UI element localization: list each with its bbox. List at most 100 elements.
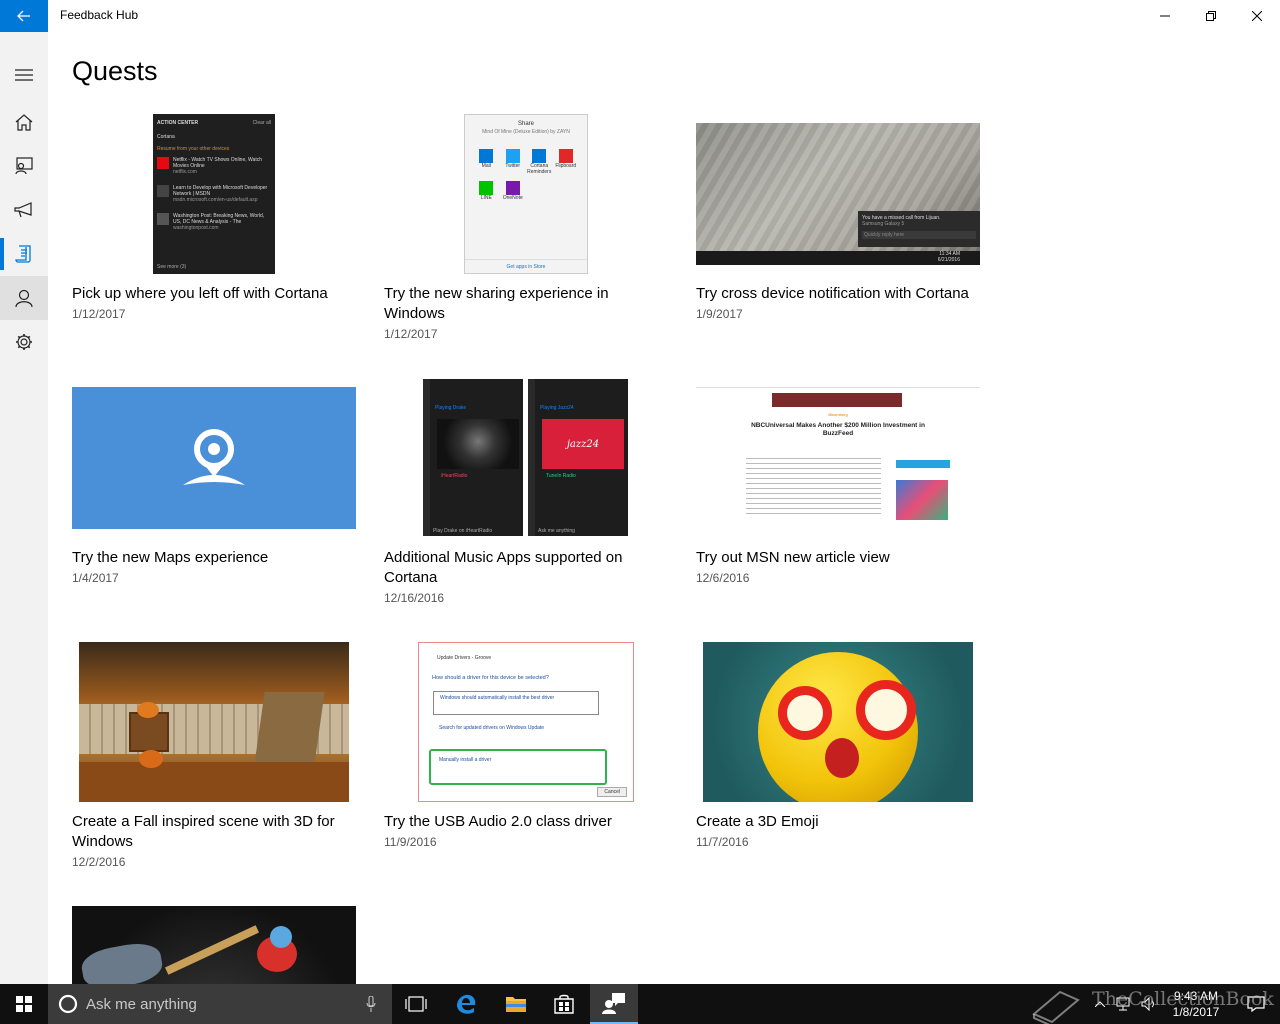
windows-logo-icon [16, 996, 32, 1012]
taskbar-edge[interactable] [442, 984, 490, 1024]
quest-card[interactable]: Create a Fall inspired scene with 3D for… [72, 642, 356, 869]
quest-title: Try the new sharing experience in Window… [384, 285, 609, 322]
cortana-label: Cortana [157, 134, 175, 140]
notification-sub: msdn.microsoft.com/en-us/default.asp [173, 197, 258, 203]
quest-title: Try the USB Audio 2.0 class driver [384, 813, 612, 830]
quest-card[interactable]: ACTION CENTER Clear all Cortana Resume fr… [72, 114, 356, 321]
nav-announcements[interactable] [0, 188, 48, 232]
driver-option-auto: Windows should automatically install the… [433, 691, 599, 715]
quest-title: Try out MSN new article view [696, 549, 890, 566]
notification-sub: washingtonpost.com [173, 225, 219, 231]
task-view-button[interactable] [392, 984, 440, 1024]
driver-option-manual: Manually install a driver [429, 749, 607, 785]
quest-date: 1/12/2017 [72, 307, 126, 321]
get-apps-link: Get apps in Store [465, 259, 587, 273]
driver-option-update: Search for updated drivers on Windows Up… [439, 725, 545, 731]
close-icon [1252, 11, 1262, 21]
quest-title: Create a Fall inspired scene with 3D for… [72, 813, 335, 850]
feedback-icon [15, 157, 33, 175]
share-app-label: Cortana Reminders [527, 163, 552, 175]
quest-card[interactable]: Playing Drake iHeartRadio Play Drake on … [384, 378, 668, 605]
quest-title: Try cross device notification with Corta… [696, 285, 969, 302]
nav-settings[interactable] [0, 320, 48, 364]
music-left-footer: Play Drake on iHeartRadio [433, 528, 493, 534]
dialog-cancel: Cancel [597, 787, 627, 797]
watermark-text: TheCollectionBook [1092, 988, 1274, 1010]
share-app-label: Flipboard [555, 163, 577, 169]
dialog-question: How should a driver for this device be s… [432, 675, 549, 681]
quest-thumbnail: You have a missed call from Lijuan. Sams… [696, 114, 980, 274]
hamburger-menu-icon [15, 69, 33, 81]
nav-home[interactable] [0, 100, 48, 144]
navigation-rail [0, 32, 48, 984]
notification-sub: netflix.com [173, 169, 197, 175]
see-more-link: See more (3) [157, 264, 187, 270]
quest-card[interactable]: Share Mind Of Mine (Deluxe Edition) by Z… [384, 114, 668, 341]
music-left-source: iHeartRadio [441, 473, 468, 479]
feedback-hub-icon [602, 993, 625, 1014]
settings-icon [16, 334, 32, 350]
share-app-label: Mail [481, 163, 491, 169]
quest-card[interactable]: Update Drivers - Groove How should a dri… [384, 642, 668, 849]
quest-thumbnail: Share Mind Of Mine (Deluxe Edition) by Z… [384, 114, 668, 274]
minimize-button[interactable] [1142, 0, 1188, 32]
music-right-source: TuneIn Radio [546, 473, 576, 479]
watermark: TheCollectionBook [1030, 984, 1274, 1024]
restore-icon [1206, 11, 1216, 21]
quest-date: 1/9/2017 [696, 307, 743, 321]
close-button[interactable] [1234, 0, 1280, 32]
quest-card[interactable]: Try the new Maps experience 1/4/2017 [72, 378, 356, 585]
notification-title: Washington Post: Breaking News, World, U… [173, 213, 265, 225]
start-button[interactable] [0, 984, 48, 1024]
cortana-search-box[interactable]: Ask me anything [48, 984, 392, 1024]
store-icon [554, 994, 574, 1014]
cortana-icon [58, 994, 78, 1014]
app-title: Feedback Hub [60, 8, 139, 22]
album-art: jazz24 [542, 419, 624, 469]
taskbar-feedback-hub[interactable] [590, 984, 638, 1024]
quest-thumbnail: Playing Drake iHeartRadio Play Drake on … [384, 378, 668, 538]
dialog-title: Update Drivers - Groove [437, 655, 492, 661]
quest-card[interactable]: You have a missed call from Lijuan. Sams… [696, 114, 980, 321]
quest-thumbnail: Update Drivers - Groove How should a dri… [384, 642, 668, 802]
selection-indicator [0, 238, 4, 270]
restore-button[interactable] [1188, 0, 1234, 32]
quest-title: Pick up where you left off with Cortana [72, 285, 328, 302]
clear-all-link: Clear all [252, 120, 271, 126]
book-logo-icon [1032, 990, 1080, 1024]
toast-reply: Quickly reply here [862, 231, 976, 239]
music-left-label: Playing Drake [435, 405, 467, 411]
quest-thumbnail: Bloomberg NBCUniversal Makes Another $20… [696, 378, 980, 538]
quest-title: Create a 3D Emoji [696, 813, 819, 830]
quest-title: Try the new Maps experience [72, 549, 269, 566]
folder-icon [506, 997, 526, 1012]
taskbar-store[interactable] [540, 984, 588, 1024]
microphone-icon[interactable] [366, 996, 376, 1012]
music-right-label: Playing Jazz24 [540, 405, 574, 411]
share-app-label: OneNote [502, 195, 523, 201]
share-header: Share [517, 121, 534, 127]
nav-quests[interactable] [0, 232, 48, 276]
quest-thumbnail [72, 642, 356, 802]
quest-date: 11/7/2016 [696, 835, 749, 849]
quest-card[interactable] [72, 906, 356, 984]
back-button[interactable] [0, 0, 48, 32]
quest-date: 12/2/2016 [72, 855, 126, 869]
toast-date: 6/21/2016 [937, 257, 960, 263]
nav-feedback[interactable] [0, 144, 48, 188]
share-subtitle: Mind Of Mine (Deluxe Edition) by ZAYN [482, 129, 570, 135]
quest-thumbnail [72, 906, 356, 984]
nav-profile[interactable] [0, 276, 48, 320]
quest-card[interactable]: Bloomberg NBCUniversal Makes Another $20… [696, 378, 980, 585]
quest-thumbnail: ACTION CENTER Clear all Cortana Resume fr… [72, 114, 356, 274]
hamburger-menu-button[interactable] [0, 53, 48, 97]
notification-title: Netflix - Watch TV Shows Online, Watch M… [173, 157, 263, 169]
quest-date: 1/12/2017 [384, 327, 438, 341]
action-center-header: ACTION CENTER [157, 120, 199, 126]
quest-date: 12/6/2016 [696, 571, 750, 585]
title-bar: Feedback Hub [0, 0, 1280, 32]
home-icon [15, 114, 33, 131]
taskbar-file-explorer[interactable] [492, 984, 540, 1024]
resume-label: Resume from your other devices [157, 146, 230, 152]
quest-card[interactable]: Create a 3D Emoji 11/7/2016 [696, 642, 980, 849]
